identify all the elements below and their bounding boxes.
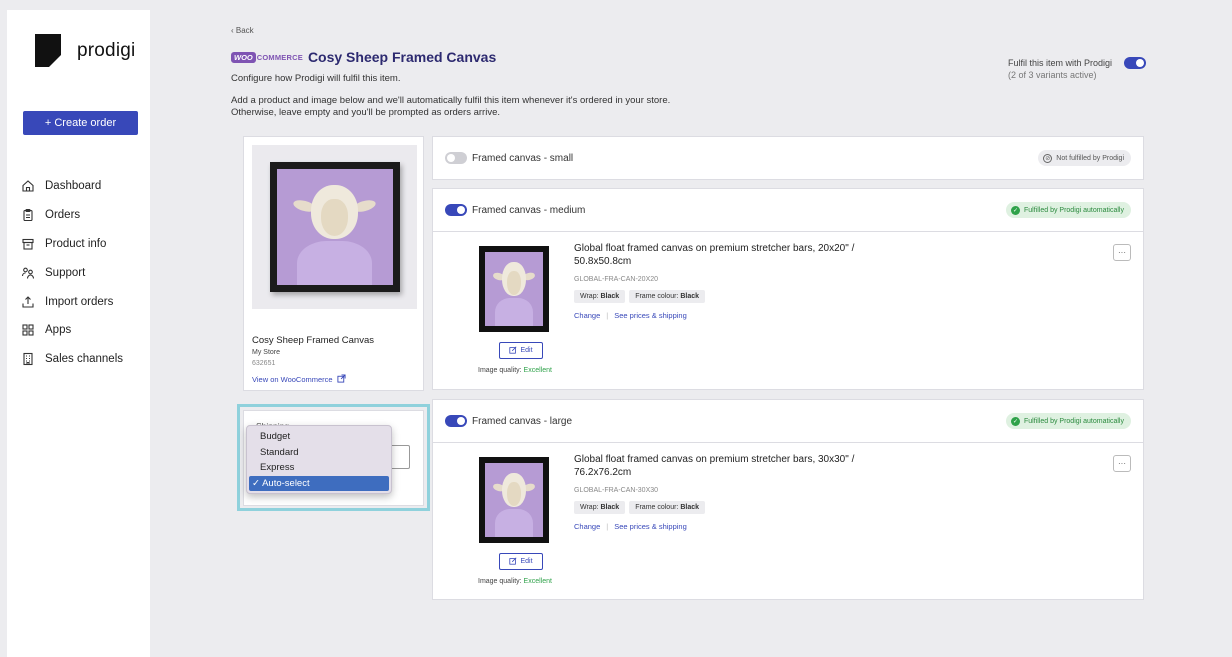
wrap-tag: Wrap: Black [574,501,626,514]
product-image [252,145,417,309]
shipping-option-standard[interactable]: Standard [247,445,391,461]
blocked-icon: ⊘ [1043,153,1053,163]
sidebar-item-label: Dashboard [45,180,102,193]
fulfil-sub-label: (2 of 3 variants active) [1008,70,1097,80]
shipping-dropdown-menu: Budget Standard Express ✓ Auto-select [246,425,392,494]
upload-icon [21,295,35,309]
variant-sku: GLOBAL-FRA-CAN-20X20 [574,276,659,283]
shipping-option-auto-select[interactable]: ✓ Auto-select [249,475,389,491]
edit-icon [509,557,517,567]
sidebar-item-label: Orders [45,209,81,222]
variant-links: Change | See prices & shipping [574,311,687,320]
change-product-link[interactable]: Change [574,311,600,320]
status-badge: ✓ Fulfilled by Prodigi automatically [1006,202,1131,218]
variant-attributes: Wrap: Black Frame colour: Black [574,290,706,303]
home-icon [21,179,35,193]
page-title: Cosy Sheep Framed Canvas [307,49,497,65]
box-icon [21,237,35,251]
variant-body: Global float framed canvas on premium st… [433,442,1143,599]
page-description: Add a product and image below and we'll … [231,95,671,118]
see-prices-shipping-link[interactable]: See prices & shipping [614,522,687,531]
variant-image [479,457,549,543]
check-circle-icon: ✓ [1011,205,1020,215]
see-prices-shipping-link[interactable]: See prices & shipping [614,311,687,320]
variant-attributes: Wrap: Black Frame colour: Black [574,501,706,514]
fulfil-label: Fulfil this item with Prodigi [1008,58,1113,68]
sidebar-item-orders[interactable]: Orders [21,201,123,230]
fulfil-with-prodigi-info: Fulfil this item with Prodigi (2 of 3 va… [1008,57,1112,81]
shipping-option-express[interactable]: Express [247,460,391,476]
product-id: 632651 [252,360,276,367]
variant-product-title: Global float framed canvas on premium st… [574,454,855,478]
variant-card-large: Framed canvas - large ✓ Fulfilled by Pro… [432,399,1144,600]
sidebar-item-sales-channels[interactable]: Sales channels [21,345,123,374]
prodigi-logo[interactable]: prodigi [35,34,135,67]
variant-header: Framed canvas - large ✓ Fulfilled by Pro… [433,400,1143,442]
variant-card-medium: Framed canvas - medium ✓ Fulfilled by Pr… [432,188,1144,390]
view-on-woocommerce-link[interactable]: View on WooCommerce [252,374,346,385]
image-quality: Image quality: Excellent [478,578,552,585]
variant-image [479,246,549,332]
variant-header: Framed canvas - small ⊘ Not fulfilled by… [433,137,1143,179]
edit-image-button[interactable]: Edit [499,342,543,359]
check-circle-icon: ✓ [1011,416,1020,426]
change-product-link[interactable]: Change [574,522,600,531]
edit-image-button[interactable]: Edit [499,553,543,570]
sidebar-item-product-info[interactable]: Product info [21,230,123,259]
frame-colour-tag: Frame colour: Black [629,290,706,303]
back-link[interactable]: ‹ Back [231,26,254,35]
sidebar-nav: Dashboard Orders Product info Support Im… [21,172,123,374]
status-badge: ✓ Fulfilled by Prodigi automatically [1006,413,1131,429]
page-title-row: WOO COMMERCE Cosy Sheep Framed Canvas [231,49,496,65]
sidebar-item-support[interactable]: Support [21,258,123,287]
clipboard-icon [21,208,35,222]
sidebar: prodigi + Create order Dashboard Orders … [7,10,150,657]
variant-toggle-large[interactable] [445,415,467,427]
variant-toggle-small[interactable] [445,152,467,164]
sidebar-item-label: Support [45,266,86,279]
variant-body: Global float framed canvas on premium st… [433,231,1143,388]
woocommerce-logo: WOO COMMERCE [231,50,303,64]
variant-toggle-medium[interactable] [445,204,467,216]
variant-links: Change | See prices & shipping [574,522,687,531]
edit-icon [509,346,517,356]
sidebar-item-import-orders[interactable]: Import orders [21,287,123,316]
page-subtitle: Configure how Prodigi will fulfil this i… [231,73,401,84]
variant-header: Framed canvas - medium ✓ Fulfilled by Pr… [433,189,1143,231]
status-badge: ⊘ Not fulfilled by Prodigi [1038,150,1131,166]
product-store: My Store [252,349,281,356]
grid-icon [21,323,35,337]
image-quality: Image quality: Excellent [478,367,552,374]
sidebar-item-label: Sales channels [45,353,123,366]
prodigi-logo-mark-icon [35,34,61,67]
external-link-icon [337,374,346,385]
sidebar-item-label: Apps [45,324,72,337]
sidebar-item-dashboard[interactable]: Dashboard [21,172,123,201]
wrap-tag: Wrap: Black [574,290,626,303]
sidebar-item-label: Import orders [45,295,114,308]
sidebar-item-apps[interactable]: Apps [21,316,123,345]
frame-colour-tag: Frame colour: Black [629,501,706,514]
more-options-button[interactable]: ··· [1113,244,1131,261]
create-order-button[interactable]: + Create order [23,111,138,135]
fulfil-with-prodigi-toggle[interactable] [1124,57,1146,69]
shipping-option-budget[interactable]: Budget [247,429,391,445]
product-name: Cosy Sheep Framed Canvas [252,335,374,346]
variant-sku: GLOBAL-FRA-CAN-30X30 [574,487,659,494]
sidebar-item-label: Product info [45,237,107,250]
variant-name: Framed canvas - large [472,415,573,427]
brand-name: prodigi [77,39,136,61]
variant-name: Framed canvas - medium [472,204,586,216]
product-card: Cosy Sheep Framed Canvas My Store 632651… [243,136,424,391]
variant-name: Framed canvas - small [472,152,574,164]
more-options-button[interactable]: ··· [1113,455,1131,472]
variant-product-title: Global float framed canvas on premium st… [574,243,855,267]
building-icon [21,352,35,366]
variant-card-small: Framed canvas - small ⊘ Not fulfilled by… [432,136,1144,180]
people-icon [21,266,35,280]
